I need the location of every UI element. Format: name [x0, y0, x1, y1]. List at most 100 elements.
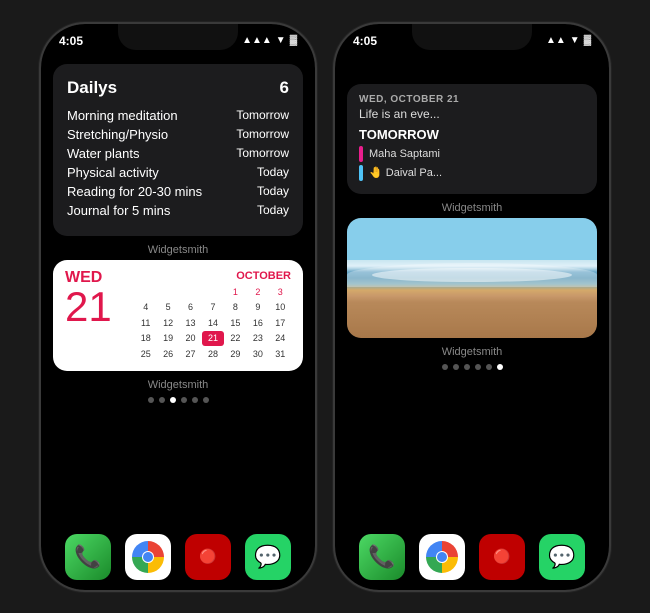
cal-cell: 11	[135, 316, 156, 331]
left-phone: 4:05 ▲▲▲ ▼ ▓ Dailys 6 Morning meditation…	[39, 22, 317, 592]
cal-cell: 24	[270, 331, 291, 346]
event-date: WED, OCTOBER 21	[359, 94, 585, 105]
dot-2	[159, 397, 165, 403]
rakuten-glyph-r: 🔴	[493, 548, 510, 565]
dock-rakuten-icon-r[interactable]: 🔴	[479, 534, 525, 580]
dock-chrome-icon-r[interactable]	[419, 534, 465, 580]
dock-chrome-icon[interactable]	[125, 534, 171, 580]
calendar-widget[interactable]: WED 21 OCTOBER 1 2 3 4 5 6	[53, 260, 303, 372]
chrome-center-dot	[143, 552, 153, 562]
beach-photo	[347, 218, 597, 338]
notch-left	[118, 24, 238, 50]
cal-right: OCTOBER 1 2 3 4 5 6 7 8 9	[135, 270, 291, 362]
cal-cell: 22	[225, 331, 246, 346]
event-text-2: 🤚 Daival Pa...	[369, 166, 442, 179]
cal-cell: 3	[270, 285, 291, 300]
cal-cell: 25	[135, 347, 156, 362]
cal-cell: 29	[225, 347, 246, 362]
dailys-widget[interactable]: Dailys 6 Morning meditation Tomorrow Str…	[53, 64, 303, 236]
cal-cell: 19	[157, 331, 178, 346]
phone-glyph-r: 📞	[368, 544, 395, 570]
rdot-5	[486, 364, 492, 370]
cal-cell: 10	[270, 300, 291, 315]
signal-icon-r: ▲▲	[546, 35, 566, 46]
chrome-glyph-r	[426, 541, 458, 573]
events-widget[interactable]: WED, OCTOBER 21 Life is an eve... TOMORR…	[347, 84, 597, 194]
task-row-3: Water plants Tomorrow	[67, 146, 289, 161]
page-dots-right	[347, 364, 597, 370]
cal-cell	[157, 285, 178, 300]
status-icons-left: ▲▲▲ ▼ ▓	[242, 35, 297, 46]
cal-cell: 18	[135, 331, 156, 346]
cal-cell: 23	[247, 331, 268, 346]
dock-phone-icon-r[interactable]: 📞	[359, 534, 405, 580]
cal-cell: 1	[225, 285, 246, 300]
task-row-4: Physical activity Today	[67, 165, 289, 180]
task-name-3: Water plants	[67, 146, 140, 161]
cal-left: WED 21	[65, 270, 125, 362]
cal-cell: 27	[180, 347, 201, 362]
event-dot-blue	[359, 165, 363, 181]
chrome-glyph	[132, 541, 164, 573]
event-life-quote: Life is an eve...	[359, 107, 585, 121]
dock-phone-icon[interactable]: 📞	[65, 534, 111, 580]
wifi-icon: ▼	[276, 35, 286, 46]
status-icons-right: ▲▲ ▼ ▓	[546, 35, 591, 46]
cal-cell: 6	[180, 300, 201, 315]
dot-1	[148, 397, 154, 403]
left-screen: 4:05 ▲▲▲ ▼ ▓ Dailys 6 Morning meditation…	[41, 24, 315, 590]
task-status-3: Tomorrow	[236, 146, 289, 160]
time-left: 4:05	[59, 34, 83, 48]
rdot-3	[464, 364, 470, 370]
page-dots-left	[41, 397, 315, 403]
wifi-icon-r: ▼	[570, 35, 580, 46]
dailys-header: Dailys 6	[67, 78, 289, 98]
task-status-5: Today	[257, 184, 289, 198]
whatsapp-glyph-r: 💬	[548, 544, 575, 570]
dailys-count: 6	[280, 78, 289, 98]
signal-icon: ▲▲▲	[242, 35, 272, 46]
cal-cell: 2	[247, 285, 268, 300]
cal-cell	[180, 285, 201, 300]
cal-cell: 28	[202, 347, 223, 362]
task-status-2: Tomorrow	[236, 127, 289, 141]
cal-cell: 15	[225, 316, 246, 331]
right-screen: 4:05 ▲▲ ▼ ▓ WED, OCTOBER 21 Life is an e…	[335, 24, 609, 590]
cal-cell: 30	[247, 347, 268, 362]
dock-rakuten-icon[interactable]: 🔴	[185, 534, 231, 580]
task-name-4: Physical activity	[67, 165, 159, 180]
dock-whatsapp-icon[interactable]: 💬	[245, 534, 291, 580]
task-status-6: Today	[257, 203, 289, 217]
widget-label-1-right: Widgetsmith	[347, 202, 597, 214]
cal-cell: 8	[225, 300, 246, 315]
cal-month: OCTOBER	[135, 270, 291, 282]
task-row-6: Journal for 5 mins Today	[67, 203, 289, 218]
phone-glyph: 📞	[74, 544, 101, 570]
dot-6	[203, 397, 209, 403]
event-text-1: Maha Saptami	[369, 148, 440, 160]
right-phone: 4:05 ▲▲ ▼ ▓ WED, OCTOBER 21 Life is an e…	[333, 22, 611, 592]
dot-5	[192, 397, 198, 403]
right-content-area: WED, OCTOBER 21 Life is an eve... TOMORR…	[335, 54, 609, 370]
rdot-1	[442, 364, 448, 370]
photo-widget[interactable]	[347, 218, 597, 338]
dot-4	[181, 397, 187, 403]
cal-cell: 26	[157, 347, 178, 362]
task-status-1: Tomorrow	[236, 108, 289, 122]
cal-cell: 4	[135, 300, 156, 315]
task-name-6: Journal for 5 mins	[67, 203, 170, 218]
whatsapp-glyph: 💬	[254, 544, 281, 570]
cal-cell: 5	[157, 300, 178, 315]
task-row-5: Reading for 20-30 mins Today	[67, 184, 289, 199]
time-right: 4:05	[353, 34, 377, 48]
dock-left: 📞 🔴 💬	[41, 534, 315, 580]
task-row-2: Stretching/Physio Tomorrow	[67, 127, 289, 142]
phones-container: 4:05 ▲▲▲ ▼ ▓ Dailys 6 Morning meditation…	[39, 22, 611, 592]
cal-cell: 31	[270, 347, 291, 362]
event-dot-pink	[359, 146, 363, 162]
task-name-5: Reading for 20-30 mins	[67, 184, 202, 199]
task-name-1: Morning meditation	[67, 108, 178, 123]
dock-whatsapp-icon-r[interactable]: 💬	[539, 534, 585, 580]
task-status-4: Today	[257, 165, 289, 179]
cal-day-num: 21	[65, 286, 112, 328]
